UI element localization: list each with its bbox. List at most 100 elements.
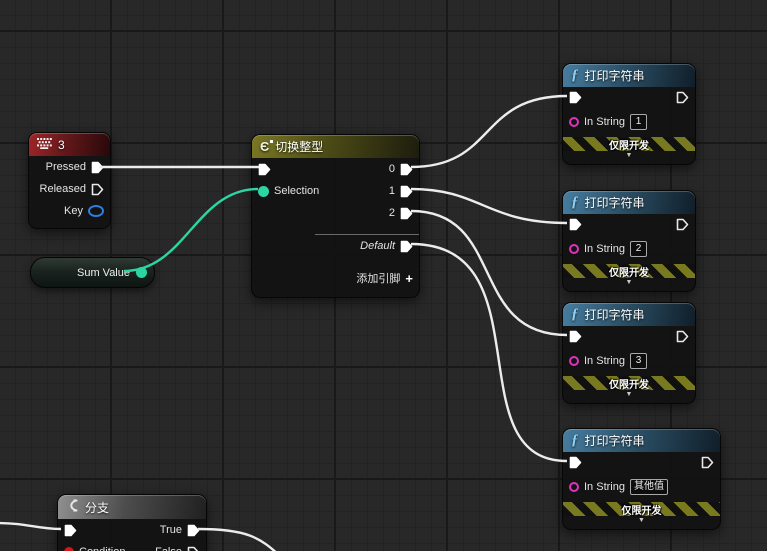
dev-only-label: 仅限开发 [609,264,649,279]
in-string-value-field[interactable]: 其他值 [630,479,668,495]
key-struct-pin[interactable] [88,205,104,217]
dev-only-banner: 仅限开发 [563,502,720,516]
exec-pin-row [563,326,695,346]
false-exec-pin[interactable] [187,546,200,551]
exec-out-pin[interactable] [676,91,689,104]
exec-in-pin[interactable] [569,330,582,343]
in-string-row: In String 1 [563,111,695,133]
exec-pin-row [563,214,695,234]
in-string-pin[interactable] [569,482,579,492]
print-header[interactable]: ƒ 打印字符串 [563,429,720,452]
in-string-pin[interactable] [569,356,579,366]
node-print-string-1[interactable]: ƒ 打印字符串 In String 1 仅限开发 ▼ [562,63,696,165]
in-string-label: In String [584,355,625,367]
dev-only-label: 仅限开发 [609,376,649,391]
node-title: 打印字符串 [585,67,645,84]
case0-pin-label: 0 [389,163,395,175]
exec-in-pin[interactable] [64,524,77,537]
wire-default-to-print4[interactable] [411,244,567,461]
exec-pin-row [563,452,720,472]
condition-bool-pin[interactable] [64,547,74,551]
advanced-pins-toggle[interactable]: ▼ [563,390,695,403]
node-key-event-3[interactable]: 3 Pressed Released Key [28,132,111,229]
wire-case1-to-print2[interactable] [411,189,567,223]
function-icon: ƒ [571,307,579,322]
in-string-pin[interactable] [569,244,579,254]
node-sum-value-getter[interactable]: Sum Value [30,257,155,288]
switch-row-0: 0 [252,158,419,180]
chevron-down-icon: ▼ [626,278,633,288]
exec-out-pin[interactable] [701,456,714,469]
key-pin-row: Key [29,200,110,222]
advanced-pins-toggle[interactable]: ▼ [563,516,720,529]
wire-case0-to-print1[interactable] [411,96,567,167]
in-string-label: In String [584,481,625,493]
node-print-string-4[interactable]: ƒ 打印字符串 In String 其他值 仅限开发 ▼ [562,428,721,530]
case2-exec-pin[interactable] [400,207,413,220]
blueprint-graph[interactable]: 3 Pressed Released Key Є 切换整型 0 [0,0,767,551]
keyboard-icon [37,138,52,152]
print-header[interactable]: ƒ 打印字符串 [563,303,695,326]
branch-icon [66,499,79,515]
node-title: 打印字符串 [585,194,645,211]
released-exec-pin[interactable] [91,183,104,196]
add-pin-button[interactable]: 添加引脚 + [252,267,419,289]
node-title: 打印字符串 [585,432,645,449]
released-pin-row: Released [29,178,110,200]
branch-condition-row: Condition False [58,541,206,551]
switch-header[interactable]: Є 切换整型 [252,135,419,158]
node-switch-on-int[interactable]: Є 切换整型 0 Selection 1 2 Default [251,134,420,298]
default-exec-pin[interactable] [400,240,413,253]
node-branch[interactable]: 分支 True Condition False [57,494,207,551]
switch-row-2: 2 [252,202,419,224]
key-event-header[interactable]: 3 [29,133,110,156]
true-exec-pin[interactable] [187,524,200,537]
advanced-pins-toggle[interactable]: ▼ [563,278,695,291]
add-pin-label: 添加引脚 [356,270,400,286]
wire-case2-to-print3[interactable] [411,211,567,335]
dev-only-banner: 仅限开发 [563,137,695,151]
wire-incoming-to-branch[interactable] [0,523,61,529]
exec-out-pin[interactable] [676,330,689,343]
selection-int-pin[interactable] [258,186,269,197]
wire-true-outgoing[interactable] [198,529,281,551]
print-header[interactable]: ƒ 打印字符串 [563,191,695,214]
exec-in-pin[interactable] [569,218,582,231]
in-string-value-field[interactable]: 3 [630,353,647,369]
branch-header[interactable]: 分支 [58,495,206,519]
in-string-value-field[interactable]: 1 [630,114,647,130]
key-pin-label: Key [64,205,83,217]
switch-icon: Є [260,140,269,153]
chevron-down-icon: ▼ [626,390,633,400]
exec-in-pin[interactable] [569,456,582,469]
node-title: 打印字符串 [585,306,645,323]
exec-in-pin[interactable] [569,91,582,104]
advanced-pins-toggle[interactable]: ▼ [563,151,695,164]
function-icon: ƒ [571,195,579,210]
exec-out-pin[interactable] [676,218,689,231]
dev-only-banner: 仅限开发 [563,376,695,390]
sum-value-output-pin[interactable] [136,267,147,278]
in-string-row: In String 3 [563,350,695,372]
in-string-label: In String [584,243,625,255]
node-print-string-3[interactable]: ƒ 打印字符串 In String 3 仅限开发 ▼ [562,302,696,404]
print-header[interactable]: ƒ 打印字符串 [563,64,695,87]
condition-pin-label: Condition [79,546,125,551]
switch-row-1: Selection 1 [252,180,419,202]
false-pin-label: False [155,546,182,551]
case1-exec-pin[interactable] [400,185,413,198]
chevron-down-icon: ▼ [638,516,645,526]
switch-exec-in-pin[interactable] [258,163,271,176]
in-string-value-field[interactable]: 2 [630,241,647,257]
in-string-label: In String [584,116,625,128]
pressed-exec-pin[interactable] [91,161,104,174]
true-pin-label: True [160,524,182,536]
pressed-pin-row: Pressed [29,156,110,178]
pressed-pin-label: Pressed [46,161,86,173]
node-title: 3 [58,138,65,152]
node-print-string-2[interactable]: ƒ 打印字符串 In String 2 仅限开发 ▼ [562,190,696,292]
in-string-pin[interactable] [569,117,579,127]
function-icon: ƒ [571,433,579,448]
dev-only-banner: 仅限开发 [563,264,695,278]
case0-exec-pin[interactable] [400,163,413,176]
